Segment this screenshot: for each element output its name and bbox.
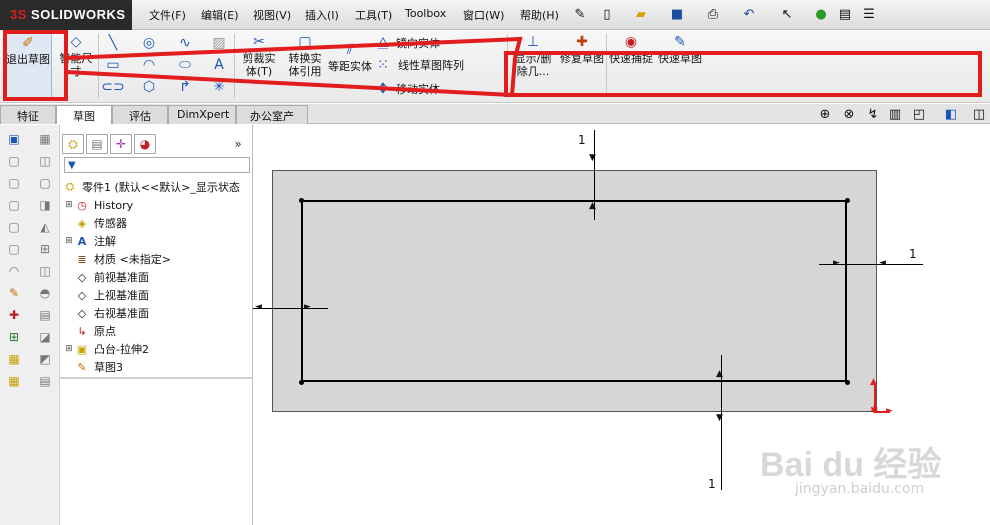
highlight-arrow bbox=[65, 36, 523, 98]
highlight-arrow-overlay bbox=[65, 36, 523, 98]
